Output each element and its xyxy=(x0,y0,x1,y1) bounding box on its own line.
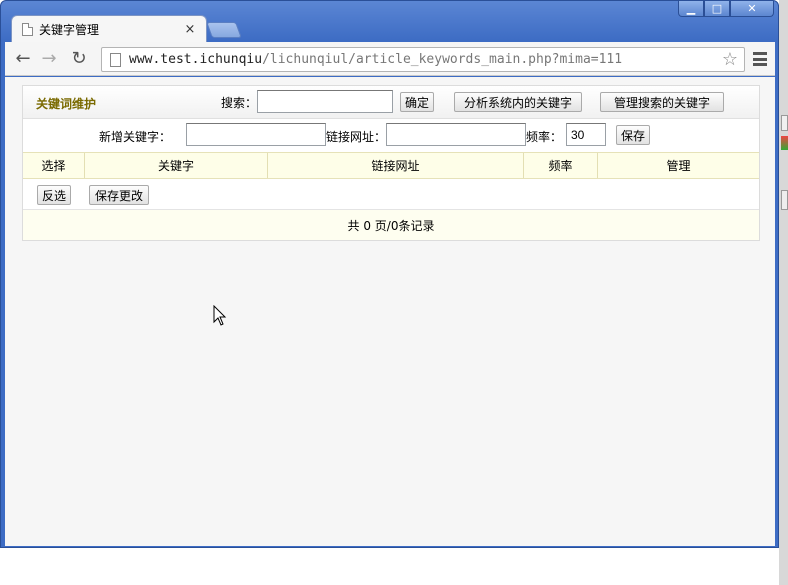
url-host: www.test.ichunqiu xyxy=(129,52,263,67)
url-path: /lichunqiul/article_keywords_main.php?mi… xyxy=(262,52,623,67)
page-viewport: 关键词维护 搜索： 确定 分析系统内的关键字 管理搜索的关键字 新增关键字： 链… xyxy=(5,77,775,546)
column-header-select: 选择 xyxy=(23,153,85,178)
browser-tab[interactable]: 关键字管理 × xyxy=(11,15,207,42)
desktop-background xyxy=(779,0,788,585)
mouse-cursor-icon xyxy=(213,305,227,326)
link-url-label: 链接网址： xyxy=(326,130,387,144)
new-keyword-input[interactable] xyxy=(186,123,326,146)
link-url-input[interactable] xyxy=(386,123,526,146)
bookmark-star-icon[interactable]: ☆ xyxy=(722,49,738,70)
address-bar[interactable]: www.test.ichunqiu/lichunqiul/article_key… xyxy=(101,47,745,72)
desktop-background xyxy=(0,548,779,585)
frequency-input[interactable] xyxy=(566,123,606,146)
table-actions-row: 反选 保存更改 xyxy=(23,179,759,210)
frequency-label: 频率： xyxy=(526,130,563,144)
pagination-footer: 共 0 页/0条记录 xyxy=(23,210,759,240)
new-keyword-label: 新增关键字： xyxy=(99,130,172,144)
column-header-manage: 管理 xyxy=(666,159,691,173)
tab-close-icon[interactable]: × xyxy=(182,22,198,37)
page-icon xyxy=(22,22,33,36)
search-input[interactable] xyxy=(257,90,393,113)
invert-selection-button[interactable]: 反选 xyxy=(37,185,71,205)
save-button[interactable]: 保存 xyxy=(616,125,650,145)
save-changes-button[interactable]: 保存更改 xyxy=(89,185,149,205)
browser-window: ▁ □ ✕ 关键字管理 × ← → ↻ www.test.ichunqiu/li… xyxy=(0,0,779,548)
column-header-link-url: 链接网址 xyxy=(268,153,524,178)
close-window-button[interactable]: ✕ xyxy=(730,1,774,17)
menu-icon[interactable] xyxy=(753,52,767,66)
window-controls: ▁ □ ✕ xyxy=(678,1,774,17)
reload-icon[interactable]: ↻ xyxy=(69,49,89,69)
section-title: 关键词维护 xyxy=(36,97,97,111)
search-row: 关键词维护 搜索： 确定 分析系统内的关键字 管理搜索的关键字 xyxy=(23,86,759,119)
back-arrow-icon[interactable]: ← xyxy=(13,49,33,69)
browser-toolbar: ← → ↻ www.test.ichunqiu/lichunqiul/artic… xyxy=(5,42,775,76)
page-icon xyxy=(110,52,121,67)
column-header-keyword: 关键字 xyxy=(85,153,268,178)
desktop-item xyxy=(781,190,788,210)
add-keyword-row: 新增关键字： 链接网址： 频率： 保存 xyxy=(23,119,759,152)
keyword-panel: 关键词维护 搜索： 确定 分析系统内的关键字 管理搜索的关键字 新增关键字： 链… xyxy=(22,85,760,241)
new-tab-button[interactable] xyxy=(206,22,242,38)
column-header-frequency: 频率 xyxy=(524,153,598,178)
analyze-keywords-button[interactable]: 分析系统内的关键字 xyxy=(454,92,582,112)
table-header: 选择 关键字 链接网址 频率 管理 xyxy=(23,152,759,179)
confirm-button[interactable]: 确定 xyxy=(400,92,434,112)
desktop-item xyxy=(781,115,788,131)
search-label: 搜索： xyxy=(221,96,258,110)
pagination-text: 共 0 页/0条记录 xyxy=(347,218,435,233)
minimize-button[interactable]: ▁ xyxy=(678,1,704,17)
maximize-button[interactable]: □ xyxy=(704,1,730,17)
desktop-item xyxy=(781,136,788,150)
tab-title: 关键字管理 xyxy=(39,22,100,37)
url-text[interactable]: www.test.ichunqiu/lichunqiul/article_key… xyxy=(129,52,622,67)
manage-search-keywords-button[interactable]: 管理搜索的关键字 xyxy=(600,92,724,112)
forward-arrow-icon[interactable]: → xyxy=(39,49,59,69)
